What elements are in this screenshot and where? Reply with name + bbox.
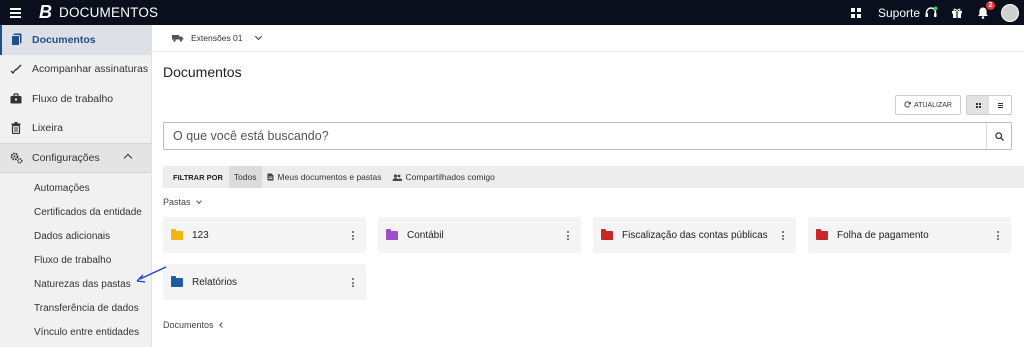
refresh-icon [904, 100, 911, 110]
briefcase-icon [9, 92, 23, 106]
search-input[interactable] [164, 123, 986, 149]
folder-card[interactable]: 123 [163, 217, 366, 253]
app-title: DOCUMENTOS [59, 5, 159, 20]
list-icon [997, 102, 1003, 108]
truck-icon [172, 34, 184, 42]
sidebar-item-label: Fluxo de trabalho [32, 92, 114, 105]
filter-shared-label: Compartilhados comigo [405, 172, 495, 182]
settings-icon [9, 151, 23, 165]
notification-badge: 2 [986, 1, 995, 10]
main-content: Extensões 01 Documentos ATUALIZAR FILTRA… [153, 25, 1024, 347]
folder-name: Contábil [407, 229, 444, 241]
gift-icon[interactable] [951, 7, 963, 19]
filter-my-documents[interactable]: Meus documentos e pastas [262, 166, 387, 188]
filter-bar: FILTRAR POR Todos Meus documentos e past… [163, 166, 1024, 188]
top-bar: B DOCUMENTOS Suporte 2 [0, 0, 1024, 25]
sidebar-subitem-transferencia-de-dados[interactable]: Transferência de dados [0, 297, 151, 321]
sidebar-item-fluxo-de-trabalho[interactable]: Fluxo de trabalho [0, 84, 151, 114]
entity-selector[interactable]: Extensões 01 [153, 25, 1024, 52]
sidebar-subitem-fluxo-de-trabalho[interactable]: Fluxo de trabalho [0, 249, 151, 273]
sidebar-item-label: Configurações [32, 151, 100, 164]
folders-heading-label: Pastas [163, 197, 191, 207]
folder-card[interactable]: Folha de pagamento [808, 217, 1011, 253]
sidebar-subitem-dados-adicionais[interactable]: Dados adicionais [0, 225, 151, 249]
chevron-up-icon [123, 153, 133, 163]
refresh-button[interactable]: ATUALIZAR [895, 95, 961, 115]
page-title: Documentos [163, 64, 242, 80]
sidebar-item-label: Lixeira [32, 122, 63, 135]
search-button[interactable] [986, 123, 1011, 149]
folder-icon [816, 228, 828, 240]
sidebar-item-documentos[interactable]: Documentos [0, 25, 151, 55]
sidebar-item-label: Acompanhar assinaturas [32, 63, 149, 76]
document-icon [9, 33, 23, 47]
sidebar-item-label: Documentos [32, 33, 96, 46]
sidebar-subitem-certificados[interactable]: Certificados da entidade [0, 201, 151, 225]
search-bar [163, 122, 1012, 150]
folder-icon [601, 228, 613, 240]
filter-shared-with-me[interactable]: Compartilhados comigo [387, 166, 500, 188]
sidebar: Documentos Acompanhar assinaturas Fluxo … [0, 25, 152, 347]
folder-icon [171, 228, 183, 240]
trash-icon [9, 121, 23, 135]
grid-view-button[interactable] [967, 96, 989, 114]
chevron-down-icon [195, 197, 202, 204]
list-view-button[interactable] [989, 96, 1011, 114]
grid-icon [975, 102, 981, 108]
folder-name: Fiscalização das contas públicas [622, 229, 768, 241]
chevron-down-icon [254, 32, 262, 41]
documents-heading[interactable]: Documentos [163, 320, 225, 330]
documents-heading-label: Documentos [163, 320, 214, 330]
support-label[interactable]: Suporte [878, 6, 920, 20]
filter-all-label: Todos [233, 172, 257, 182]
headset-icon[interactable] [924, 6, 938, 20]
filter-all[interactable]: Todos [228, 166, 262, 188]
signature-icon [9, 62, 23, 76]
folder-card[interactable]: Fiscalização das contas públicas [593, 217, 796, 253]
folder-icon [386, 228, 398, 240]
folder-icon [171, 275, 183, 287]
folders-heading[interactable]: Pastas [163, 197, 202, 207]
apps-grid-icon[interactable] [850, 7, 861, 18]
folder-name: Folha de pagamento [837, 229, 929, 241]
sidebar-subitem-automacoes[interactable]: Automações [0, 177, 151, 201]
view-toggle [966, 95, 1012, 115]
search-icon [994, 131, 1004, 141]
file-icon [267, 173, 274, 181]
refresh-label: ATUALIZAR [914, 101, 952, 109]
sidebar-item-configuracoes[interactable]: Configurações [0, 143, 151, 173]
app-logo[interactable]: B [39, 2, 52, 23]
more-options-icon[interactable] [997, 231, 999, 240]
entity-name: Extensões 01 [191, 33, 243, 43]
folder-name: 123 [192, 229, 209, 241]
sidebar-item-lixeira[interactable]: Lixeira [0, 114, 151, 144]
folder-card[interactable]: Relatórios [163, 264, 366, 300]
avatar[interactable] [1001, 3, 1019, 22]
chevron-left-icon [218, 322, 225, 328]
folder-name: Relatórios [192, 276, 238, 288]
bell-icon[interactable]: 2 [977, 1, 995, 19]
folder-card[interactable]: Contábil [378, 217, 581, 253]
filter-my-documents-label: Meus documentos e pastas [277, 172, 382, 182]
more-options-icon[interactable] [782, 231, 784, 240]
sidebar-subitem-vinculo-entre-entidades[interactable]: Vínculo entre entidades [0, 321, 151, 345]
more-options-icon[interactable] [352, 278, 354, 287]
sidebar-subitem-naturezas-das-pastas[interactable]: Naturezas das pastas [0, 273, 151, 297]
people-icon [392, 173, 402, 181]
more-options-icon[interactable] [567, 231, 569, 240]
menu-icon[interactable] [0, 0, 30, 25]
filter-label: FILTRAR POR [173, 172, 223, 182]
sidebar-item-acompanhar-assinaturas[interactable]: Acompanhar assinaturas [0, 55, 151, 85]
more-options-icon[interactable] [352, 231, 354, 240]
